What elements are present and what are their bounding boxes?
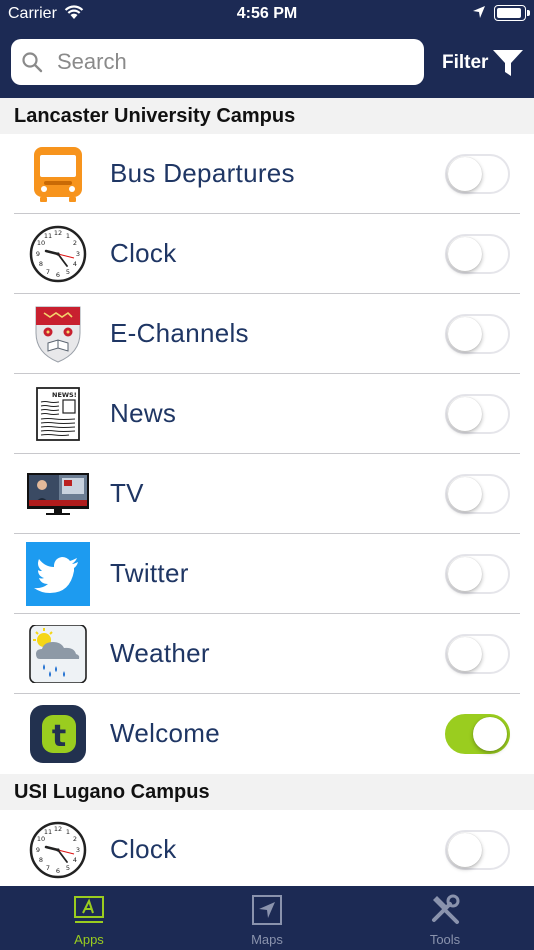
item-label: Clock xyxy=(110,238,177,268)
svg-text:11: 11 xyxy=(44,232,52,240)
item-label: E-Channels xyxy=(110,318,249,348)
list-item-bus-departures: Bus Departures xyxy=(0,134,534,214)
svg-text:5: 5 xyxy=(66,268,70,276)
toggle-knob xyxy=(473,717,507,751)
svg-text:11: 11 xyxy=(44,828,52,836)
toggle-knob xyxy=(448,637,482,671)
svg-text:4: 4 xyxy=(73,856,77,864)
list-item-welcome: t Welcome xyxy=(0,694,534,774)
list-item-news: NEWS! News xyxy=(0,374,534,454)
svg-text:7: 7 xyxy=(46,268,50,276)
tv-toggle[interactable] xyxy=(445,474,510,514)
svg-text:8: 8 xyxy=(39,260,43,268)
svg-text:2: 2 xyxy=(73,835,77,843)
list-item-clock-lugano: 12 1 2 345 678 9 10 11 Clock xyxy=(0,810,534,890)
list-item-clock: 12 1 2 345 678 9 10 11 Clock xyxy=(0,214,534,294)
list-item-weather: Weather xyxy=(0,614,534,694)
svg-text:6: 6 xyxy=(56,271,60,279)
toggle-knob xyxy=(448,397,482,431)
svg-text:10: 10 xyxy=(37,239,45,247)
svg-text:9: 9 xyxy=(36,250,40,258)
svg-text:3: 3 xyxy=(76,846,80,854)
clock-icon: 12 1 2 345 678 9 10 11 xyxy=(26,821,90,879)
e-channels-toggle[interactable] xyxy=(445,314,510,354)
item-label: Twitter xyxy=(110,558,189,588)
toggle-knob xyxy=(448,477,482,511)
svg-text:12: 12 xyxy=(54,229,62,237)
toggle-knob xyxy=(448,557,482,591)
search-bar[interactable] xyxy=(11,39,424,85)
welcome-letter: t xyxy=(52,719,66,754)
item-label: TV xyxy=(110,478,144,508)
status-time: 4:56 PM xyxy=(236,5,298,22)
item-label: News xyxy=(110,398,177,428)
svg-text:9: 9 xyxy=(36,846,40,854)
search-icon xyxy=(21,51,43,78)
svg-text:2: 2 xyxy=(73,239,77,247)
news-toggle[interactable] xyxy=(445,394,510,434)
weather-rain-icon xyxy=(26,624,90,684)
item-label: Bus Departures xyxy=(110,158,295,188)
svg-text:12: 12 xyxy=(54,825,62,833)
svg-text:6: 6 xyxy=(56,867,60,875)
item-label: Welcome xyxy=(110,718,220,748)
battery-level xyxy=(497,8,521,18)
svg-text:8: 8 xyxy=(39,856,43,864)
maps-arrow-icon xyxy=(251,894,283,926)
filter-button[interactable]: Filter xyxy=(442,48,524,78)
clock-icon: 12 1 2 345 678 9 10 11 xyxy=(26,225,90,283)
weather-toggle[interactable] xyxy=(445,634,510,674)
svg-text:5: 5 xyxy=(66,864,70,872)
svg-text:1: 1 xyxy=(66,232,70,240)
toggle-knob xyxy=(448,157,482,191)
svg-text:10: 10 xyxy=(37,835,45,843)
section-header-lugano: USI Lugano Campus xyxy=(0,774,534,810)
toggle-knob xyxy=(448,833,482,867)
list-item-e-channels: E-Channels xyxy=(0,294,534,374)
tv-icon xyxy=(26,465,90,523)
item-label: Weather xyxy=(110,638,210,668)
search-input[interactable] xyxy=(57,47,407,77)
svg-text:7: 7 xyxy=(46,864,50,872)
item-label: Clock xyxy=(110,834,177,864)
svg-text:4: 4 xyxy=(73,260,77,268)
section-header-lancaster: Lancaster University Campus xyxy=(0,98,534,134)
newspaper-icon: NEWS! xyxy=(26,385,90,443)
tab-label: Tools xyxy=(429,932,461,947)
top-bar: Carrier 4:56 PM Filter xyxy=(0,0,534,98)
toggle-knob xyxy=(448,317,482,351)
news-word: NEWS! xyxy=(52,391,77,399)
tab-bar: Apps Maps Tools xyxy=(0,886,534,950)
bus-departures-toggle[interactable] xyxy=(445,154,510,194)
crest-shield-icon xyxy=(26,305,90,363)
welcome-t-icon: t xyxy=(26,705,90,763)
tab-label: Maps xyxy=(251,932,283,947)
tab-tools[interactable]: Tools xyxy=(356,886,534,950)
clock-lugano-toggle[interactable] xyxy=(445,830,510,870)
welcome-toggle[interactable] xyxy=(445,714,510,754)
status-bar: Carrier 4:56 PM xyxy=(0,0,534,28)
location-arrow-icon xyxy=(472,5,486,24)
tools-wrench-screwdriver-icon xyxy=(429,894,461,926)
filter-label: Filter xyxy=(442,52,489,73)
battery-icon xyxy=(494,5,530,21)
list-item-tv: TV xyxy=(0,454,534,534)
tab-maps[interactable]: Maps xyxy=(178,886,356,950)
twitter-bird-icon xyxy=(26,542,90,606)
twitter-toggle[interactable] xyxy=(445,554,510,594)
bus-icon xyxy=(26,145,90,203)
svg-text:1: 1 xyxy=(66,828,70,836)
tab-label: Apps xyxy=(74,932,104,947)
clock-toggle[interactable] xyxy=(445,234,510,274)
list-item-twitter: Twitter xyxy=(0,534,534,614)
svg-text:3: 3 xyxy=(76,250,80,258)
filter-funnel-icon xyxy=(493,50,524,76)
apps-icon xyxy=(73,894,105,926)
toggle-knob xyxy=(448,237,482,271)
tab-apps[interactable]: Apps xyxy=(0,886,178,950)
